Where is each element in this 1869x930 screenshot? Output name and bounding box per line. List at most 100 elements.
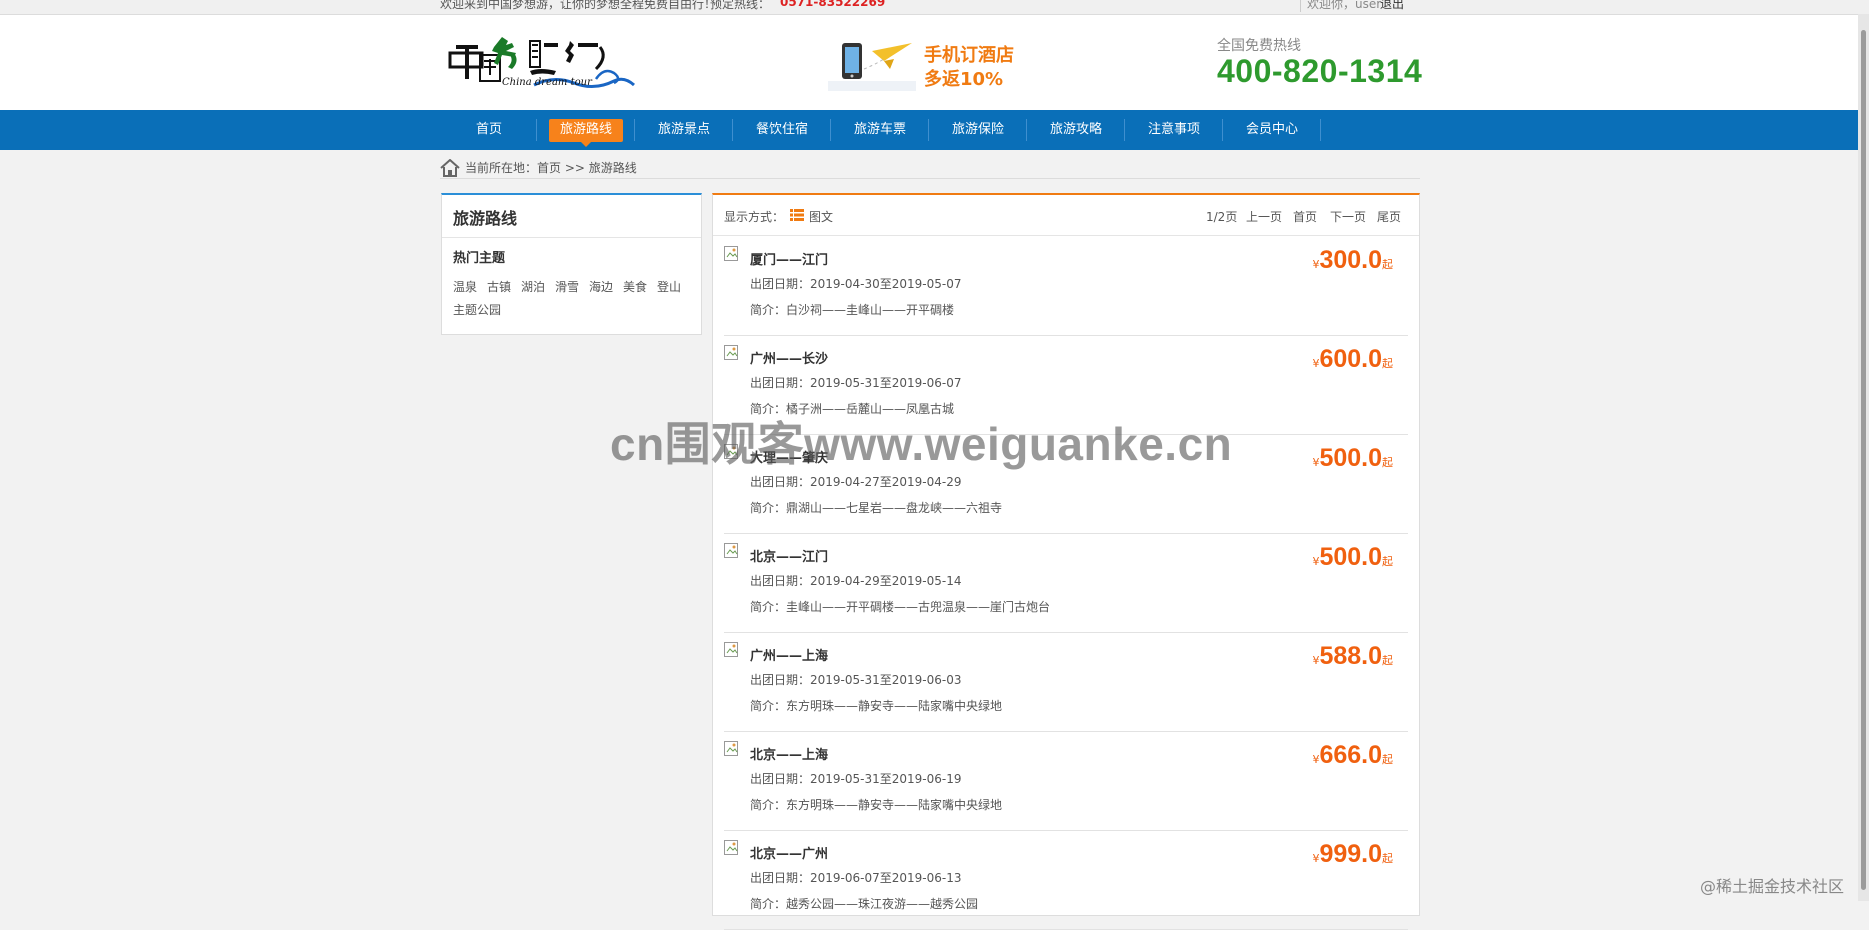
- broken-image-icon[interactable]: [724, 543, 740, 559]
- first-page-link[interactable]: 首页: [1293, 208, 1317, 225]
- nav-separator: [536, 119, 537, 141]
- view-mode-label: 显示方式：: [724, 210, 785, 224]
- route-price: ¥999.0起: [1312, 840, 1393, 869]
- route-price: ¥600.0起: [1312, 345, 1393, 374]
- nav-item-member-center[interactable]: 会员中心: [1235, 110, 1309, 150]
- user-greeting: 欢迎你，user: [1300, 0, 1381, 12]
- price-value: 500.0: [1319, 543, 1382, 571]
- list-toolbar: 显示方式： 图文 1/2页 上一页 首页 下一页 尾页: [713, 195, 1419, 236]
- nav-label: 旅游保险: [951, 122, 1004, 137]
- nav-label: 注意事项: [1147, 122, 1200, 137]
- price-suffix: 起: [1382, 258, 1393, 271]
- route-dates: 出团日期：2019-06-07至2019-06-13: [750, 871, 962, 885]
- nav-item-dining-lodging[interactable]: 餐饮住宿: [745, 110, 819, 150]
- logo-subtitle: China dream tour: [502, 77, 592, 88]
- route-price: ¥588.0起: [1312, 642, 1393, 671]
- route-dates: 出团日期：2019-05-31至2019-06-07: [750, 376, 962, 390]
- welcome-text: 欢迎来到中国梦想游，让你的梦想全程免费自由行！: [440, 0, 717, 11]
- route-dates: 出团日期：2019-04-27至2019-04-29: [750, 475, 962, 489]
- route-price: ¥300.0起: [1312, 246, 1393, 275]
- route-title[interactable]: 北京——上海: [750, 744, 828, 763]
- nav-item-notices[interactable]: 注意事项: [1137, 110, 1211, 150]
- sidebar-divider: [442, 237, 701, 238]
- nav-separator: [1320, 119, 1321, 141]
- sidebar-title: 旅游路线: [453, 209, 518, 228]
- nav-separator: [634, 119, 635, 141]
- nav-label: 旅游攻略: [1049, 122, 1102, 137]
- route-price: ¥666.0起: [1312, 741, 1393, 770]
- route-item[interactable]: 北京——江门 出团日期：2019-04-29至2019-05-14 简介：圭峰山…: [724, 533, 1408, 633]
- route-title[interactable]: 北京——广州: [750, 843, 828, 862]
- route-title[interactable]: 广州——长沙: [750, 348, 828, 367]
- nav-label: 旅游车票: [853, 122, 906, 137]
- next-page-link[interactable]: 下一页: [1330, 208, 1366, 225]
- price-suffix: 起: [1382, 753, 1393, 766]
- theme-tag[interactable]: 登山: [657, 278, 681, 295]
- route-dates: 出团日期：2019-04-30至2019-05-07: [750, 277, 962, 291]
- booking-hotline-number: 0571-83522269: [780, 0, 886, 9]
- home-icon: [440, 159, 460, 177]
- broken-image-icon[interactable]: [724, 840, 740, 856]
- price-suffix: 起: [1382, 456, 1393, 469]
- price-suffix: 起: [1382, 654, 1393, 667]
- route-title[interactable]: 北京——江门: [750, 546, 828, 565]
- route-item[interactable]: 北京——广州 出团日期：2019-06-07至2019-06-13 简介：越秀公…: [724, 830, 1408, 930]
- nav-separator: [1222, 119, 1223, 141]
- broken-image-icon[interactable]: [724, 741, 740, 757]
- route-item[interactable]: 北京——上海 出团日期：2019-05-31至2019-06-19 简介：东方明…: [724, 731, 1408, 831]
- nav-item-scenic-spots[interactable]: 旅游景点: [647, 110, 721, 150]
- broken-image-icon[interactable]: [724, 345, 740, 361]
- nav-separator: [732, 119, 733, 141]
- theme-tag[interactable]: 海边: [589, 278, 613, 295]
- route-dates: 出团日期：2019-05-31至2019-06-19: [750, 772, 962, 786]
- route-item[interactable]: 广州——上海 出团日期：2019-05-31至2019-06-03 简介：东方明…: [724, 632, 1408, 732]
- list-view-icon[interactable]: [790, 209, 804, 221]
- nav-label: 旅游景点: [657, 122, 710, 137]
- booking-hotline-label: 预定热线：: [710, 0, 771, 11]
- nav-separator: [1026, 119, 1027, 141]
- route-list-panel: 显示方式： 图文 1/2页 上一页 首页 下一页 尾页 厦门——江门 出团日期：…: [712, 193, 1420, 930]
- nav-item-home[interactable]: 首页: [464, 110, 514, 150]
- last-page-link[interactable]: 尾页: [1377, 208, 1401, 225]
- nav-separator: [830, 119, 831, 141]
- theme-tag[interactable]: 古镇: [487, 278, 511, 295]
- price-suffix: 起: [1382, 555, 1393, 568]
- sidebar-panel: 旅游路线 热门主题 温泉 古镇 湖泊 滑雪 海边 美食 登山 主题公园: [441, 193, 702, 335]
- route-title[interactable]: 广州——上海: [750, 645, 828, 664]
- nav-separator: [928, 119, 929, 141]
- free-hotline-number: 400-820-1314: [1217, 53, 1423, 89]
- route-intro: 简介：白沙祠——圭峰山——开平碉楼: [750, 303, 955, 317]
- theme-tag[interactable]: 主题公园: [453, 301, 501, 318]
- price-suffix: 起: [1382, 852, 1393, 865]
- top-utility-bar: 欢迎来到中国梦想游，让你的梦想全程免费自由行！ 预定热线： 0571-83522…: [0, 0, 1869, 15]
- scrollbar-thumb[interactable]: [1861, 30, 1866, 890]
- breadcrumb-text: 当前所在地：首页 >> 旅游路线: [465, 161, 637, 175]
- hot-themes-title: 热门主题: [453, 251, 506, 266]
- route-price: ¥500.0起: [1312, 444, 1393, 473]
- theme-tag[interactable]: 美食: [623, 278, 647, 295]
- logout-link[interactable]: 退出: [1380, 0, 1404, 12]
- nav-item-insurance[interactable]: 旅游保险: [941, 110, 1015, 150]
- theme-tag[interactable]: 滑雪: [555, 278, 579, 295]
- nav-item-tickets[interactable]: 旅游车票: [843, 110, 917, 150]
- prev-page-link[interactable]: 上一页: [1246, 208, 1282, 225]
- route-item[interactable]: 厦门——江门 出团日期：2019-04-30至2019-05-07 简介：白沙祠…: [724, 236, 1408, 336]
- price-value: 588.0: [1319, 642, 1382, 670]
- route-title[interactable]: 厦门——江门: [750, 249, 828, 268]
- free-hotline-title: 全国免费热线: [1217, 38, 1301, 54]
- theme-tag[interactable]: 温泉: [453, 278, 477, 295]
- route-dates: 出团日期：2019-05-31至2019-06-03: [750, 673, 962, 687]
- price-value: 666.0: [1319, 741, 1382, 769]
- promo-line-1: 手机订酒店: [924, 45, 1014, 66]
- nav-item-guides[interactable]: 旅游攻略: [1039, 110, 1113, 150]
- route-intro: 简介：圭峰山——开平碉楼——古兜温泉——崖门古炮台: [750, 600, 1051, 614]
- route-intro: 简介：越秀公园——珠江夜游——越秀公园: [750, 897, 979, 911]
- price-value: 999.0: [1319, 840, 1382, 868]
- broken-image-icon[interactable]: [724, 642, 740, 658]
- theme-tag[interactable]: 湖泊: [521, 278, 545, 295]
- view-mode-image-text[interactable]: 图文: [809, 208, 833, 225]
- route-price: ¥500.0起: [1312, 543, 1393, 572]
- price-value: 600.0: [1319, 345, 1382, 373]
- nav-item-tour-routes[interactable]: 旅游路线: [549, 110, 623, 150]
- broken-image-icon[interactable]: [724, 246, 740, 262]
